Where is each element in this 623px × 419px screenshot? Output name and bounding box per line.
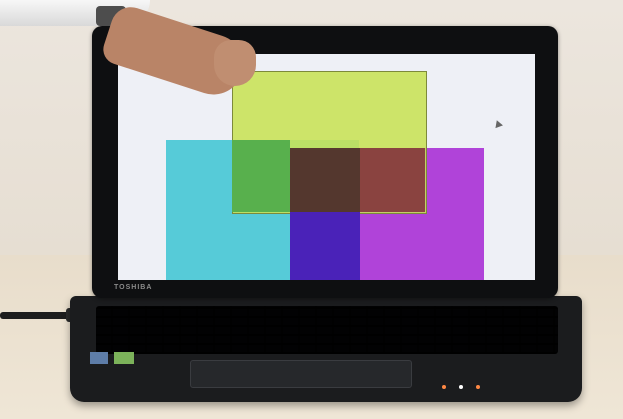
green-overlap bbox=[232, 140, 290, 212]
brand-label: TOSHIBA bbox=[114, 284, 153, 291]
status-led-power bbox=[442, 385, 446, 389]
keyboard[interactable] bbox=[96, 306, 558, 354]
red-overlap bbox=[360, 148, 425, 212]
brown-overlap bbox=[290, 148, 360, 212]
graphics-sticker bbox=[114, 352, 134, 364]
status-led-battery bbox=[476, 385, 480, 389]
touchpad[interactable] bbox=[190, 360, 412, 388]
status-led-activity bbox=[459, 385, 463, 389]
laptop-screen[interactable] bbox=[118, 54, 535, 280]
pointing-finger bbox=[214, 40, 256, 86]
navy-overlap bbox=[290, 212, 360, 280]
mouse-cursor-icon bbox=[493, 118, 503, 129]
processor-sticker bbox=[90, 352, 108, 364]
